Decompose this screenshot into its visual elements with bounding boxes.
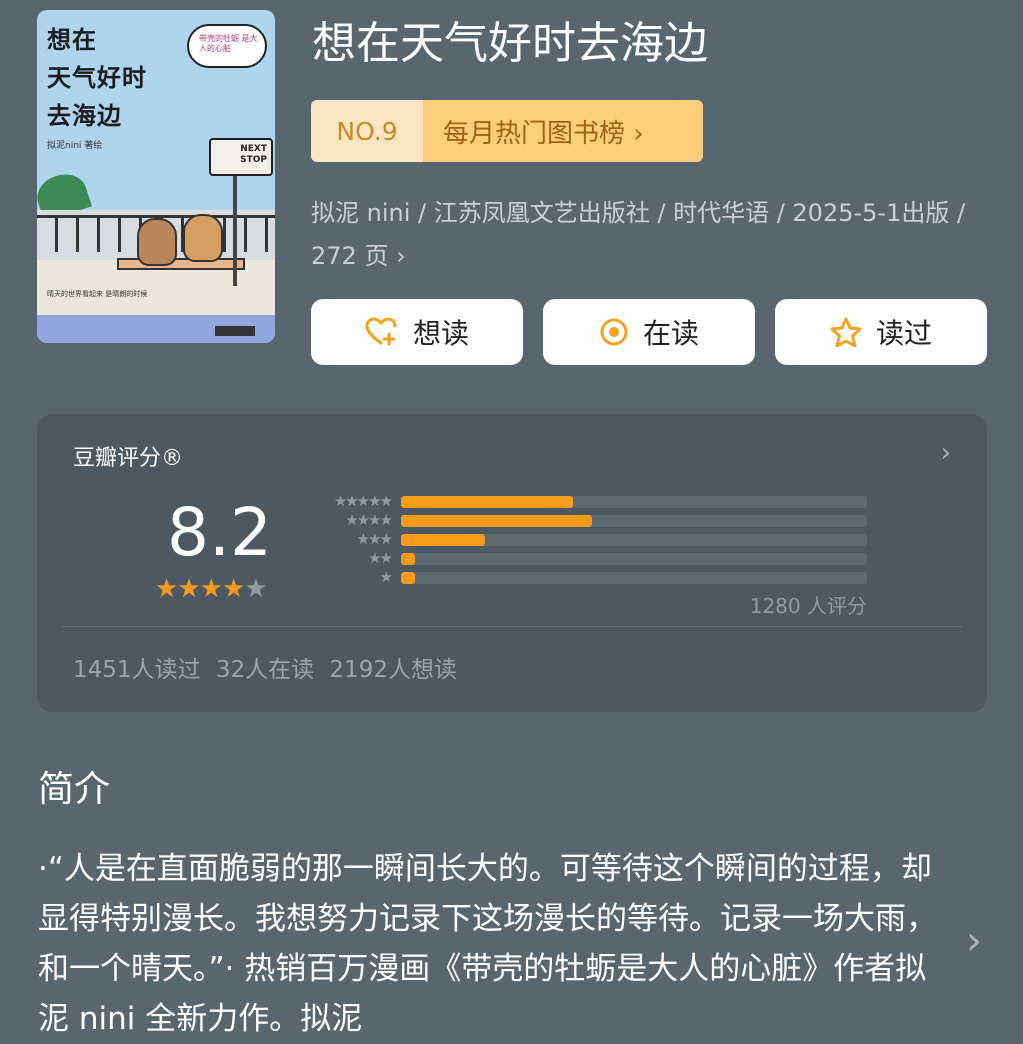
cover-small-text: 晴天的世界看起来 是晴朗的时候 — [47, 290, 148, 298]
rating-bar-fill — [401, 572, 415, 584]
cover-cloud-bubble: 带壳的牡蛎 是大人的心脏 — [187, 24, 267, 68]
want-to-read-label: 想读 — [412, 317, 469, 350]
rank-number: NO.9 — [311, 100, 423, 162]
cover-title-line: 去海边 — [47, 102, 122, 130]
star-filled-icon: ★ — [199, 574, 223, 604]
row-stars: ★★★ — [356, 530, 393, 548]
reading-button[interactable]: 在读 — [543, 299, 755, 365]
have-read-button[interactable]: 读过 — [775, 299, 987, 365]
heart-plus-icon — [365, 317, 399, 347]
row-stars: ★★★★★ — [333, 492, 393, 510]
bench-illustration — [117, 258, 245, 270]
cover-author: 拟泥nini 著绘 — [47, 141, 103, 151]
next-stop-sign: NEXT STOP — [209, 138, 273, 176]
rating-count: 1280 人评分 — [749, 594, 867, 618]
rating-distribution: ★★★★★ ★★★★ ★★★ ★★ ★ — [305, 492, 875, 587]
rank-badge[interactable]: NO.9 每月热门图书榜 › — [311, 100, 703, 162]
rating-bar-track — [401, 534, 867, 546]
target-icon — [599, 317, 629, 347]
rating-bar-fill — [401, 515, 593, 527]
rating-bar-track — [401, 572, 867, 584]
star-filled-icon: ★ — [155, 574, 178, 604]
intro-heading: 简介 — [38, 769, 111, 810]
star-filled-icon: ★ — [221, 574, 245, 604]
rank-list-name: 每月热门图书榜 › — [423, 100, 703, 162]
sign-pole — [233, 176, 237, 286]
bear-illustration — [137, 218, 177, 266]
rating-bar-track — [401, 496, 867, 508]
reading-label: 在读 — [642, 317, 699, 350]
star-empty-icon: ★ — [244, 574, 267, 604]
rating-card[interactable]: 豆瓣评分® › 8.2 ★★★★★ ★★★★★ ★★★★ ★★★ ★★ ★ 1280 人… — [37, 414, 987, 712]
chevron-right-icon[interactable]: › — [966, 918, 982, 964]
row-stars: ★★ — [368, 549, 393, 567]
bear-illustration — [183, 214, 223, 262]
publisher-logo — [215, 326, 255, 336]
rating-bar-fill — [401, 496, 574, 508]
rating-bar-fill — [401, 553, 415, 565]
cover-title-line: 想在 — [47, 26, 97, 54]
divider — [62, 626, 962, 627]
rating-bar-track — [401, 553, 867, 565]
row-stars: ★ — [379, 568, 393, 586]
reader-stats: 1451人读过 32人在读 2192人想读 — [73, 657, 457, 683]
rating-row: ★★★★ — [305, 511, 875, 530]
book-cover[interactable]: NEXT STOP 想在 天气好时 去海边 带壳的牡蛎 是大人的心脏 拟泥nin… — [37, 10, 275, 343]
rating-bar-fill — [401, 534, 485, 546]
rating-row: ★★★ — [305, 530, 875, 549]
rating-row: ★★★★★ — [305, 492, 875, 511]
chevron-right-icon[interactable]: › — [941, 438, 951, 468]
intro-text[interactable]: ·“人是在直面脆弱的那一瞬间长大的。可等待这个瞬间的过程，却显得特别漫长。我想努… — [38, 844, 943, 1044]
rating-bar-track — [401, 515, 867, 527]
row-stars: ★★★★ — [345, 511, 393, 529]
rating-row: ★ — [305, 568, 875, 587]
cover-title-line: 天气好时 — [47, 64, 147, 92]
rating-stars: ★★★★★ — [155, 574, 268, 604]
rating-row: ★★ — [305, 549, 875, 568]
want-to-read-button[interactable]: 想读 — [311, 299, 523, 365]
have-read-label: 读过 — [875, 317, 932, 350]
book-meta[interactable]: 拟泥 nini / 江苏凤凰文艺出版社 / 时代华语 / 2025-5-1出版 … — [311, 192, 991, 278]
rating-score: 8.2 — [167, 494, 272, 571]
star-icon — [830, 317, 862, 347]
rating-label: 豆瓣评分® — [73, 446, 184, 471]
star-filled-icon: ★ — [177, 574, 200, 604]
book-title: 想在天气好时去海边 — [312, 18, 708, 69]
